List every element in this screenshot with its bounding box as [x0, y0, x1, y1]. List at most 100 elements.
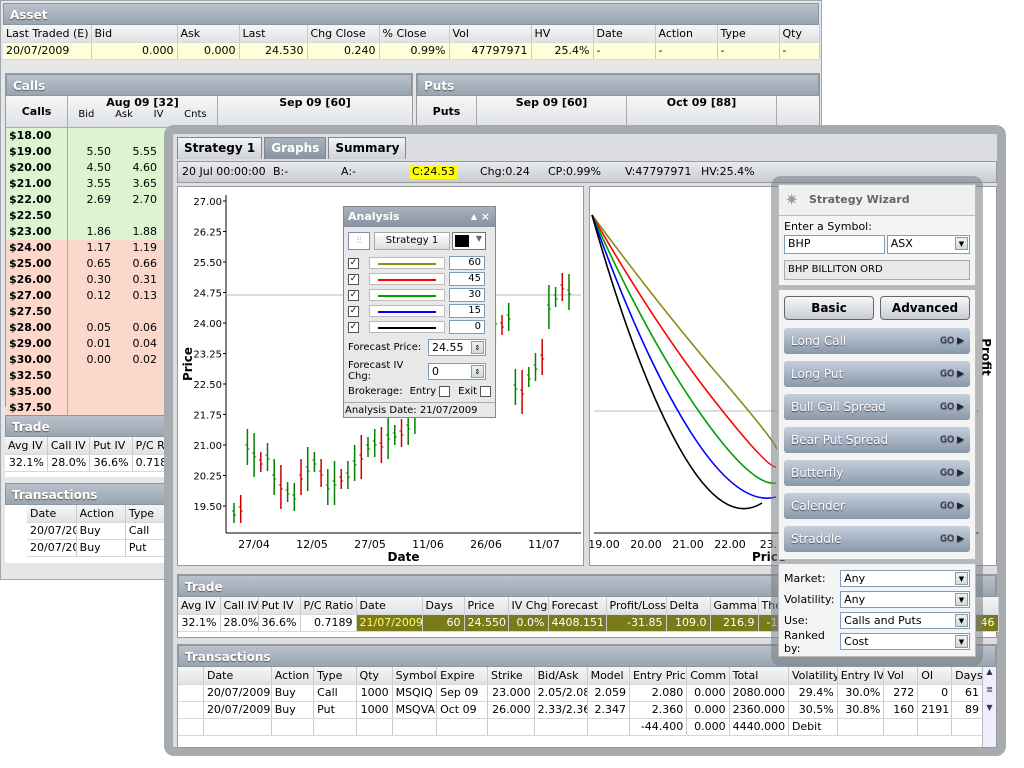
tx-cell: 0 [917, 684, 953, 702]
line-color-swatch[interactable] [369, 273, 445, 285]
tx-cell: Buy [271, 684, 315, 702]
color-picker[interactable]: ▼ [452, 232, 486, 250]
symbol-input[interactable]: BHP [784, 235, 885, 254]
go-label: GO ▶ [940, 468, 964, 478]
asset-cell: 0.000 [177, 42, 240, 60]
strategy-long-call-button[interactable]: Long Call GO ▶ [784, 328, 970, 354]
analysis-line-row[interactable]: ✓ 60 [348, 255, 491, 271]
y-tick-label: 21.75 [193, 411, 222, 422]
calls-month-2[interactable]: Sep 09 [60] [218, 96, 412, 109]
days-input[interactable]: 15 [449, 304, 485, 318]
chevron-down-icon[interactable]: ▼ [955, 593, 968, 606]
y-tick-label: 24.00 [193, 319, 222, 330]
analysis-line-row[interactable]: ✓ 45 [348, 271, 491, 287]
strategy-straddle-button[interactable]: Straddle GO ▶ [784, 526, 970, 552]
tx-cell: 20/07/2009 [27, 539, 77, 557]
advanced-button[interactable]: Advanced [880, 296, 970, 320]
table-row[interactable]: 20/07/2009BuyPut [27, 539, 176, 557]
trade-col-header: IV Chg [508, 597, 549, 615]
asset-col-header: HV [531, 25, 594, 43]
days-input[interactable]: 60 [449, 256, 485, 270]
tab-strategy-1[interactable]: Strategy 1 [177, 137, 263, 159]
strategy-label: Straddle [791, 532, 842, 546]
option-quote: 1.19 [132, 241, 158, 254]
checkbox-checked-icon[interactable]: ✓ [348, 305, 359, 317]
puts-month-2[interactable]: Oct 09 [88] [627, 96, 777, 128]
line-color-swatch[interactable] [369, 305, 445, 317]
spinner-icon[interactable]: ⇕ [471, 341, 484, 354]
status-close: C:24.53 [410, 165, 457, 179]
row-selector[interactable] [178, 701, 204, 719]
forecast-price-input[interactable]: 24.55 ⇕ [428, 339, 486, 356]
total-spacer [917, 718, 953, 736]
transaction-row[interactable]: 20/07/2009 Buy Put 1000 MSQVA Oct 09 26.000 2.3… [178, 701, 983, 719]
table-row[interactable]: 20/07/2009BuyCall [27, 522, 176, 540]
option-quote: 0.65 [86, 257, 112, 270]
line-color-swatch[interactable] [369, 321, 445, 333]
tx-col-header: Total [729, 667, 789, 685]
chevron-down-icon[interactable]: ▼ [955, 635, 968, 648]
analysis-line-row[interactable]: ✓ 0 [348, 319, 491, 335]
transaction-row[interactable]: 20/07/2009 Buy Call 1000 MSQIQ Sep 09 23.000 2.… [178, 684, 983, 702]
forecast-iv-input[interactable]: 0 ⇕ [428, 362, 486, 380]
filter-select[interactable]: Cost ▼ [840, 633, 970, 650]
option-quote: 0.05 [86, 321, 112, 334]
days-input[interactable]: 45 [449, 272, 485, 286]
trade-col-header: Avg IV [178, 597, 221, 615]
close-icon[interactable]: × [481, 207, 490, 227]
puts-month-1[interactable]: Sep 09 [60] [477, 96, 627, 128]
play-icon: ▶ [957, 534, 964, 544]
chevron-down-icon[interactable]: ▼ [955, 614, 968, 627]
asset-table: Last Traded (E) Bid Ask Last Chg Close% Clos… [3, 25, 820, 60]
checkbox-checked-icon[interactable]: ✓ [348, 257, 359, 269]
strategy-butterfly-button[interactable]: Butterfly GO ▶ [784, 460, 970, 486]
tx-cell: Sep 09 [436, 684, 488, 702]
entry-checkbox[interactable] [439, 386, 451, 397]
strategy-bull-call-spread-button[interactable]: Bull Call Spread GO ▶ [784, 394, 970, 420]
calls-month-1[interactable]: Aug 09 [32] [68, 96, 217, 109]
chevron-down-icon[interactable]: ▼ [955, 572, 968, 585]
trade-cell: 32.1% [178, 614, 221, 632]
exchange-select[interactable]: ASX ▼ [886, 235, 970, 254]
strategy-long-put-button[interactable]: Long Put GO ▶ [784, 361, 970, 387]
go-label: GO ▶ [940, 369, 964, 379]
tab-summary[interactable]: Summary [328, 137, 407, 159]
tx-cell: 1000 [356, 701, 393, 719]
tab-graphs[interactable]: Graphs [264, 137, 327, 159]
asset-cell: 0.99% [379, 42, 450, 60]
tx-cell: 61 [951, 684, 983, 702]
go-label: GO ▶ [940, 501, 964, 511]
back-trade-header: Trade [5, 415, 175, 437]
checkbox-checked-icon[interactable]: ✓ [348, 273, 359, 285]
option-quote: 5.55 [132, 145, 158, 158]
line-color-swatch[interactable] [369, 257, 445, 269]
asset-cell: 25.4% [531, 42, 594, 60]
chevron-down-icon[interactable]: ▼ [955, 237, 968, 250]
tx-col-header: Days [951, 667, 983, 685]
filter-select[interactable]: Any ▼ [840, 570, 970, 587]
status-cp: CP:0.99% [548, 165, 601, 178]
scrollbar[interactable]: ▲ ≣ ▼ [982, 667, 996, 747]
analysis-line-row[interactable]: ✓ 30 [348, 287, 491, 303]
basic-button[interactable]: Basic [784, 296, 874, 320]
line-color-swatch[interactable] [369, 289, 445, 301]
strategy-list: Long Call GO ▶ Long Put GO ▶ Bull Call Sprea… [779, 328, 975, 552]
spinner-icon[interactable]: ⇕ [471, 364, 484, 378]
strategy-bear-put-spread-button[interactable]: Bear Put Spread GO ▶ [784, 427, 970, 453]
exit-checkbox[interactable] [480, 386, 491, 397]
days-input[interactable]: 30 [449, 288, 485, 302]
puts-col-header: Puts [417, 96, 477, 128]
days-input[interactable]: 0 [449, 320, 485, 334]
strategy-calender-button[interactable]: Calender GO ▶ [784, 493, 970, 519]
x-tick-label: 20.00 [630, 538, 662, 551]
strategy-select[interactable]: Strategy 1 [374, 232, 450, 250]
checkbox-checked-icon[interactable]: ✓ [348, 289, 359, 301]
analysis-title: Analysis [348, 210, 400, 223]
row-selector[interactable] [178, 684, 204, 702]
checkbox-checked-icon[interactable]: ✓ [348, 321, 359, 333]
tx-cell: 30.5% [788, 701, 838, 719]
analysis-line-row[interactable]: ✓ 15 [348, 303, 491, 319]
filter-select[interactable]: Any ▼ [840, 591, 970, 608]
collapse-icon[interactable]: ▲ [471, 207, 477, 227]
filter-select[interactable]: Calls and Puts ▼ [840, 612, 970, 629]
